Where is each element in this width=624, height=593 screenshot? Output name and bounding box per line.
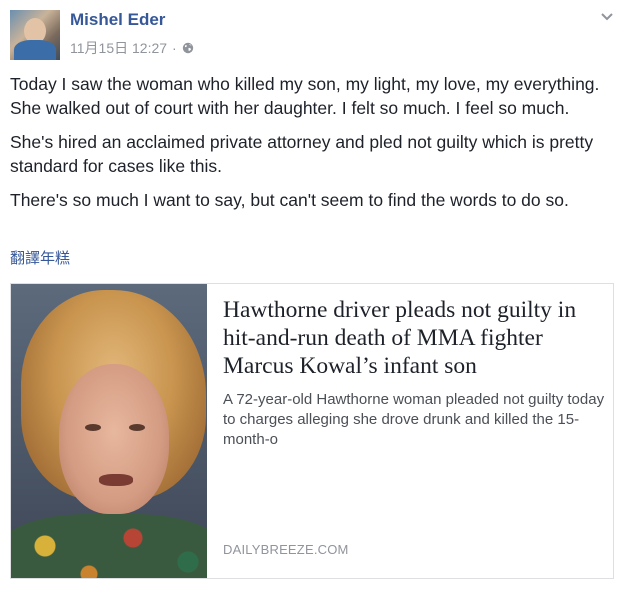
facebook-post: Mishel Eder 11月15日 12:27 · Today I saw t…	[0, 0, 624, 593]
post-paragraph: There's so much I want to say, but can't…	[10, 190, 569, 210]
globe-icon[interactable]	[182, 42, 194, 54]
link-text: Hawthorne driver pleads not guilty in hi…	[223, 296, 605, 450]
chevron-down-icon[interactable]	[600, 12, 614, 22]
avatar[interactable]	[10, 10, 60, 60]
post-paragraph: She's hired an acclaimed private attorne…	[10, 132, 594, 176]
thumbnail-eye	[129, 424, 145, 431]
avatar-shirt	[14, 40, 56, 60]
timestamp[interactable]: 11月15日 12:27	[70, 38, 167, 58]
author-name[interactable]: Mishel Eder	[70, 10, 165, 30]
thumbnail-mouth	[99, 474, 133, 486]
link-preview-card[interactable]: Hawthorne driver pleads not guilty in hi…	[10, 283, 614, 579]
post-meta: 11月15日 12:27 ·	[70, 38, 194, 58]
link-headline[interactable]: Hawthorne driver pleads not guilty in hi…	[223, 296, 605, 380]
thumbnail-face	[59, 364, 169, 514]
thumbnail-shirt	[11, 514, 207, 578]
thumbnail-eye	[85, 424, 101, 431]
link-thumbnail[interactable]	[11, 284, 207, 578]
translate-link[interactable]: 翻譯年糕	[10, 247, 70, 268]
link-domain: DAILYBREEZE.COM	[223, 542, 349, 557]
post-paragraph: Today I saw the woman who killed my son,…	[10, 74, 600, 118]
post-body: Today I saw the woman who killed my son,…	[10, 72, 614, 222]
link-summary: A 72-year-old Hawthorne woman pleaded no…	[223, 391, 605, 448]
meta-separator: ·	[172, 40, 177, 56]
